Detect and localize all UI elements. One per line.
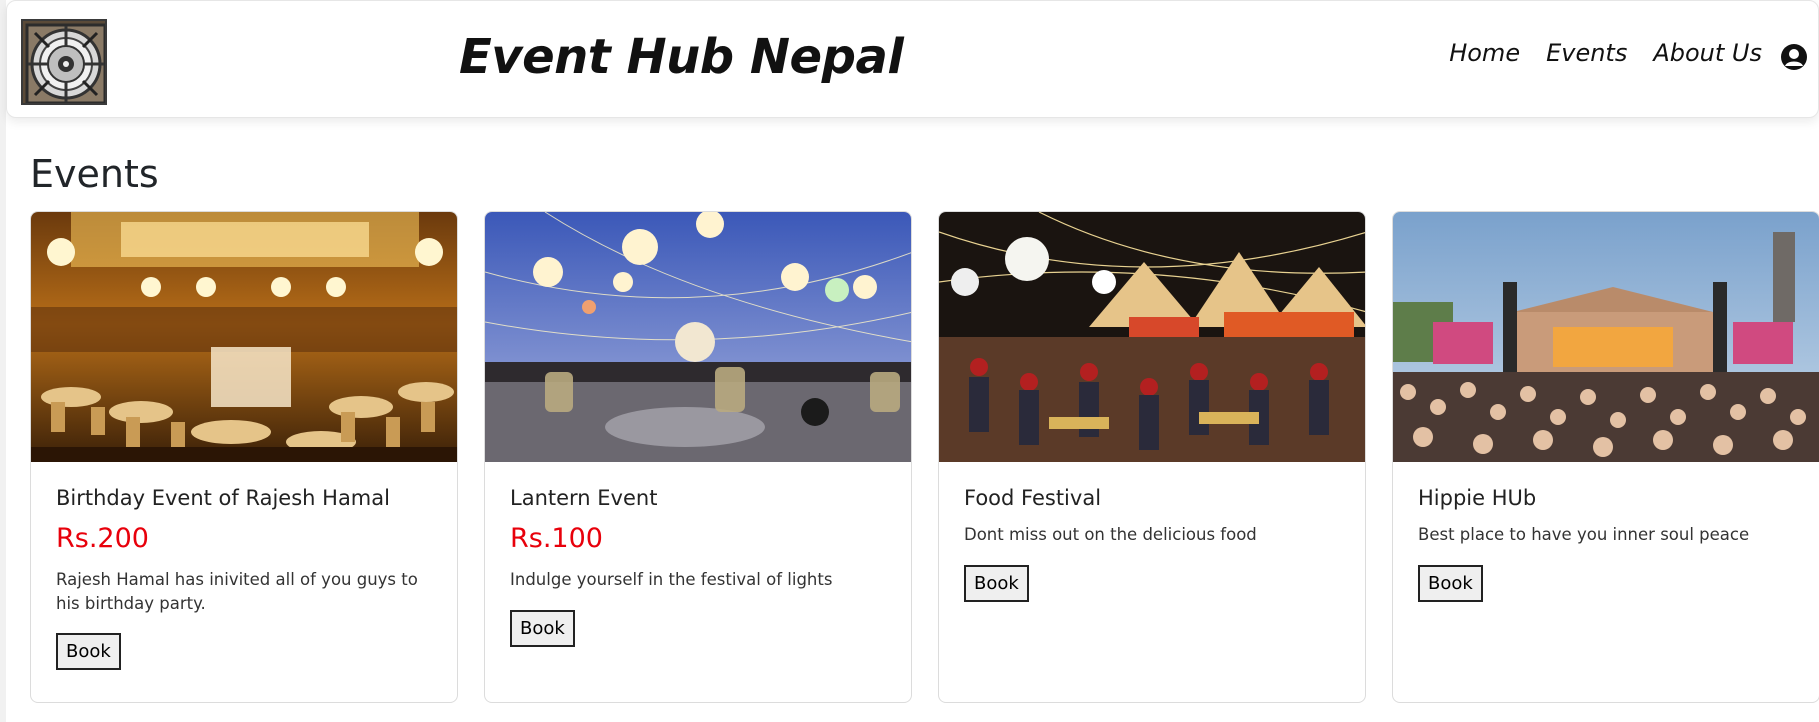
event-card-birthday: Birthday Event of Rajesh Hamal Rs.200 Ra… xyxy=(30,211,458,703)
page-title: Events xyxy=(30,152,159,196)
event-description: Indulge yourself in the festival of ligh… xyxy=(510,569,833,589)
event-title: Hippie HUb xyxy=(1418,486,1537,510)
event-card-food-festival: Food Festival Dont miss out on the delic… xyxy=(938,211,1366,703)
event-description: Rajesh Hamal has inivited all of you guy… xyxy=(56,569,418,613)
logo-image xyxy=(23,21,105,103)
nav-home[interactable]: Home xyxy=(1449,39,1520,67)
event-card-lantern: Lantern Event Rs.100 Indulge yourself in… xyxy=(484,211,912,703)
card-body: Food Festival Dont miss out on the delic… xyxy=(939,462,1365,626)
event-description: Best place to have you inner soul peace xyxy=(1418,525,1750,545)
event-title: Food Festival xyxy=(964,486,1102,510)
main-nav: Home Events About Us xyxy=(1449,39,1762,67)
event-image-banquet-hall xyxy=(31,212,457,462)
event-price: Rs.100 xyxy=(510,523,603,555)
card-body: Hippie HUb Best place to have you inner … xyxy=(1393,462,1819,626)
card-body: Birthday Event of Rajesh Hamal Rs.200 Ra… xyxy=(31,462,457,694)
nav-about-us[interactable]: About Us xyxy=(1653,39,1762,67)
user-circle-icon[interactable] xyxy=(1780,43,1808,71)
event-description: Dont miss out on the delicious food xyxy=(964,525,1257,545)
event-image-lanterns xyxy=(485,212,911,462)
book-button[interactable]: Book xyxy=(964,565,1029,603)
book-button[interactable]: Book xyxy=(1418,565,1483,603)
book-button[interactable]: Book xyxy=(56,633,121,671)
nav-events[interactable]: Events xyxy=(1546,39,1627,67)
event-image-food-festival xyxy=(939,212,1365,462)
event-price: Rs.200 xyxy=(56,523,149,555)
event-title: Birthday Event of Rajesh Hamal xyxy=(56,486,390,510)
event-image-concert xyxy=(1393,212,1819,462)
event-title: Lantern Event xyxy=(510,486,658,510)
navbar: Event Hub Nepal Home Events About Us xyxy=(6,0,1819,118)
card-body: Lantern Event Rs.100 Indulge yourself in… xyxy=(485,462,911,671)
site-title: Event Hub Nepal xyxy=(459,29,904,85)
site-logo[interactable] xyxy=(21,19,107,105)
book-button[interactable]: Book xyxy=(510,609,575,647)
event-card-hippie-hub: Hippie HUb Best place to have you inner … xyxy=(1392,211,1819,703)
